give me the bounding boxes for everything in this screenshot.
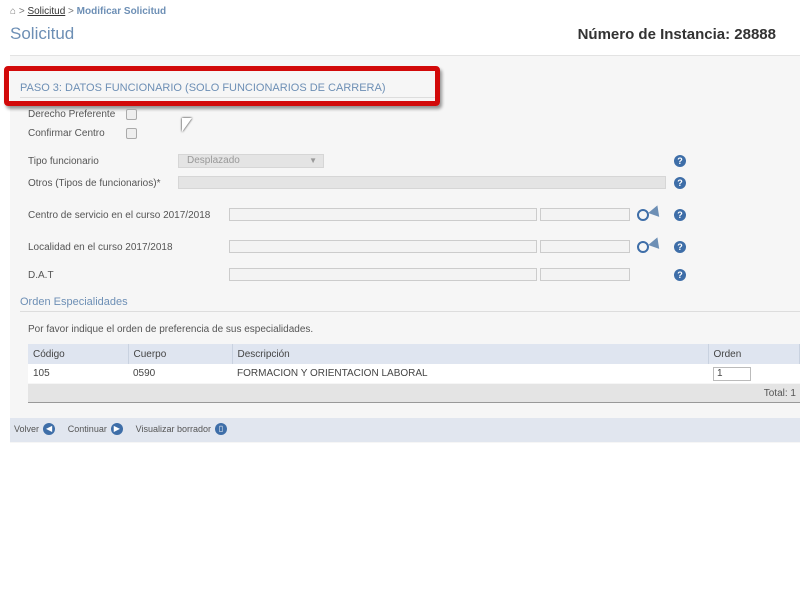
mouse-cursor-icon [182,118,192,132]
help-icon[interactable]: ? [674,269,686,281]
borrador-label: Visualizar borrador [135,424,211,434]
localidad-code-input[interactable] [540,240,630,253]
confirmar-checkbox[interactable] [126,128,137,139]
document-icon: ▯ [214,423,227,435]
localidad-input[interactable] [229,240,537,253]
help-icon[interactable]: ? [674,155,686,167]
localidad-label: Localidad en el curso 2017/2018 [28,242,173,253]
col-descripcion: Descripción [232,344,709,364]
cell-cuerpo: 0590 [128,364,232,383]
col-cuerpo: Cuerpo [128,344,233,364]
instance-number: Número de Instancia: 28888 [577,26,776,43]
table-row: 105 0590 FORMACION Y ORIENTACION LABORAL… [28,364,800,383]
centro-code-input[interactable] [540,208,630,221]
arrow-left-icon: ◀ [43,423,56,435]
col-orden: Orden [708,344,800,364]
dat-label: D.A.T [28,270,54,281]
continuar-button[interactable]: Continuar ▶ [68,423,123,435]
confirmar-label: Confirmar Centro [28,128,105,139]
help-icon[interactable]: ? [674,241,686,253]
volver-label: Volver [14,424,40,434]
derecho-label: Derecho Preferente [28,109,116,120]
table-header: Código Cuerpo Descripción Orden [28,344,800,364]
search-icon[interactable] [637,209,649,221]
arrow-right-icon: ▶ [110,423,123,435]
table-total: Total: 1 [28,384,800,403]
especialidades-table: Código Cuerpo Descripción Orden 105 0590… [28,344,800,383]
borrador-button[interactable]: Visualizar borrador ▯ [136,423,227,435]
centro-label: Centro de servicio en el curso 2017/2018 [28,210,211,221]
help-icon[interactable]: ? [674,177,686,189]
footer-bar: Volver ◀ Continuar ▶ Visualizar borrador ▯ [10,418,800,442]
breadcrumb: ⌂ > Solicitud > Modificar Solicitud [10,6,167,17]
highlight-annotation [4,66,440,106]
otros-input[interactable] [178,176,666,189]
otros-label: Otros (Tipos de funcionarios)* [28,178,161,189]
home-icon[interactable]: ⌂ [10,6,16,17]
section-title: Orden Especialidades [20,296,800,312]
orden-input[interactable]: 1 [713,366,751,381]
tipo-label: Tipo funcionario [28,156,99,167]
breadcrumb-current: Modificar Solicitud [76,6,167,17]
page-title: Solicitud [10,24,75,43]
especialidades-note: Por favor indique el orden de preferenci… [28,324,314,335]
tipo-select[interactable]: Desplazado ▼ [178,154,324,168]
volver-button[interactable]: Volver ◀ [14,423,56,435]
chevron-down-icon: ▼ [309,156,317,165]
help-icon[interactable]: ? [674,209,686,221]
cell-codigo: 105 [28,364,128,383]
search-icon[interactable] [637,241,649,253]
dat-input[interactable] [229,268,537,281]
breadcrumb-solicitud[interactable]: Solicitud [27,6,65,17]
centro-input[interactable] [229,208,537,221]
continuar-label: Continuar [67,424,107,434]
col-codigo: Código [28,344,129,364]
derecho-checkbox[interactable] [126,109,137,120]
dat-code-input[interactable] [540,268,630,281]
cell-descripcion: FORMACION Y ORIENTACION LABORAL [232,364,708,383]
tipo-value: Desplazado [187,155,240,166]
